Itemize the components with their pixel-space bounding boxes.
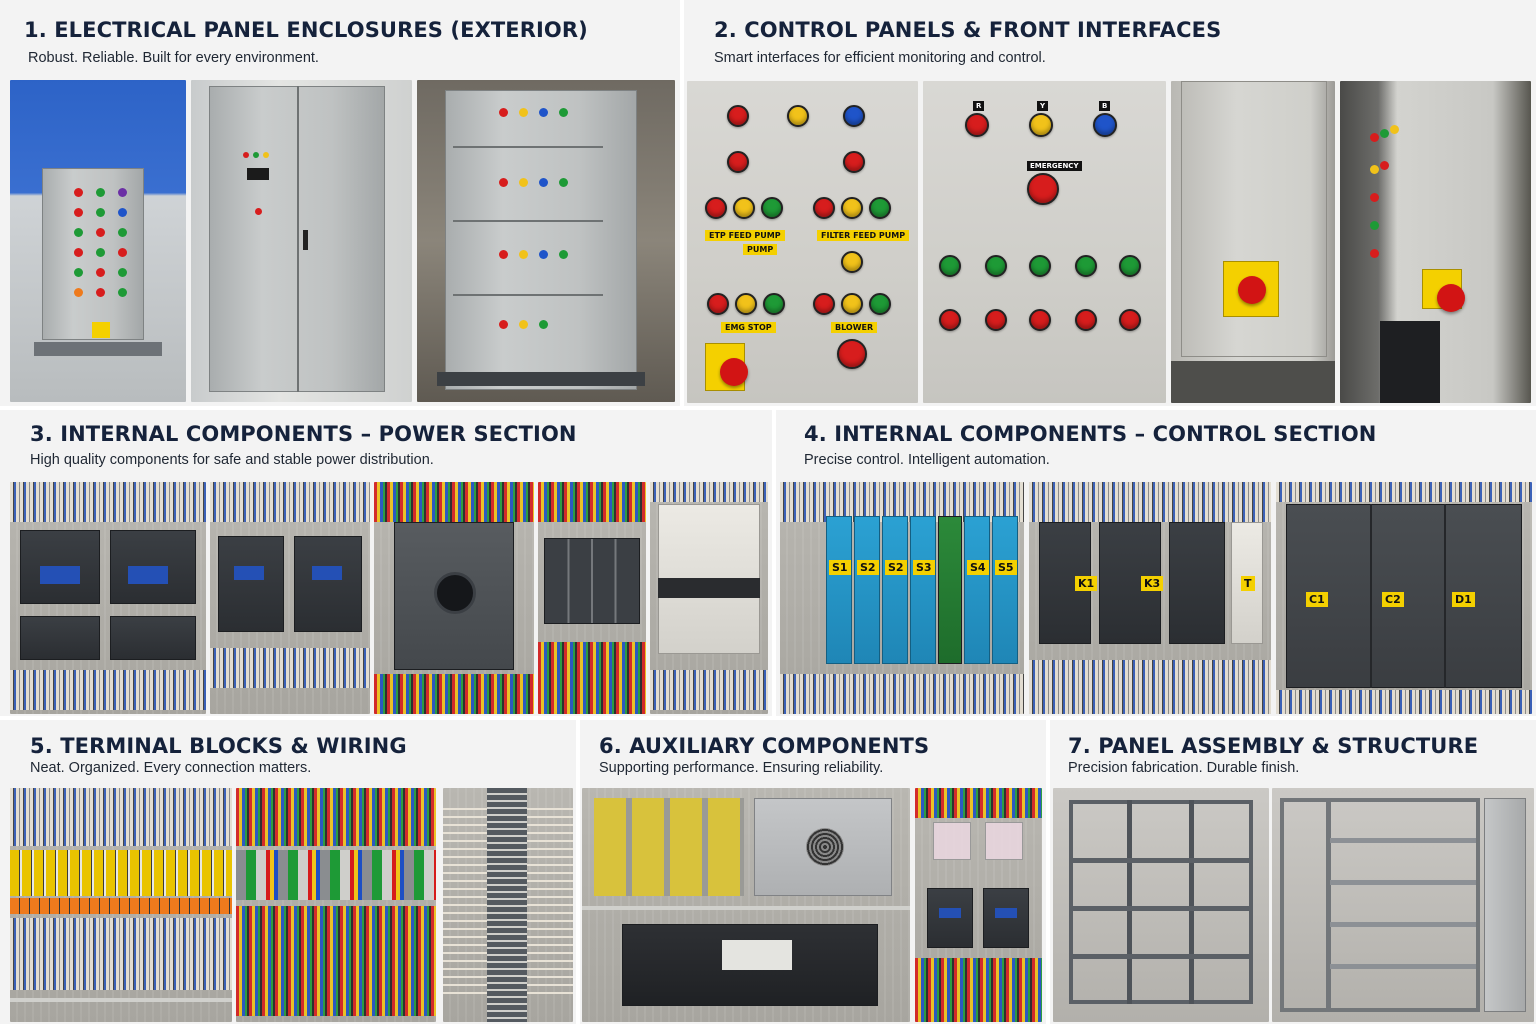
section-enclosures: 1. ELECTRICAL PANEL ENCLOSURES (EXTERIOR…	[0, 0, 680, 406]
relay-label: S5	[995, 560, 1017, 575]
enclosure-photo-double-door	[191, 80, 412, 402]
power-photo-contactors	[10, 482, 206, 714]
label-blower: BLOWER	[831, 322, 878, 333]
section-control-panels: 2. CONTROL PANELS & FRONT INTERFACES Sma…	[684, 0, 1536, 406]
section-subtitle: Neat. Organized. Every connection matter…	[30, 760, 312, 776]
section-auxiliary: 6. AUXILIARY COMPONENTS Supporting perfo…	[580, 720, 1046, 1024]
power-photo-mcb	[650, 482, 768, 714]
section-title: 6. AUXILIARY COMPONENTS	[599, 734, 930, 758]
section-assembly: 7. PANEL ASSEMBLY & STRUCTURE Precision …	[1050, 720, 1536, 1024]
assembly-photo-frame	[1053, 788, 1269, 1022]
section-title: 1. ELECTRICAL PANEL ENCLOSURES (EXTERIOR…	[24, 18, 588, 42]
relay-label: S2	[857, 560, 879, 575]
control-panel-photo-isolator	[1171, 81, 1335, 403]
control-panel-photo-pumps: ETP FEED PUMP FILTER FEED PUMP PUMP EMG …	[687, 81, 918, 403]
section-title: 7. PANEL ASSEMBLY & STRUCTURE	[1068, 734, 1479, 758]
enclosure-photo-outdoor	[10, 80, 186, 402]
section-power-section: 3. INTERNAL COMPONENTS – POWER SECTION H…	[0, 410, 772, 716]
contactor-label: K1	[1075, 576, 1098, 591]
section-subtitle: Robust. Reliable. Built for every enviro…	[28, 50, 319, 66]
section-terminal-blocks: 5. TERMINAL BLOCKS & WIRING Neat. Organi…	[0, 720, 576, 1024]
section-title: 5. TERMINAL BLOCKS & WIRING	[30, 734, 407, 758]
control-panel-photo-emergency: R Y B EMERGENCY	[923, 81, 1166, 403]
label-pump: PUMP	[743, 244, 778, 255]
power-photo-breakers	[538, 482, 646, 714]
section-subtitle: Precision fabrication. Durable finish.	[1068, 760, 1300, 776]
contactor-label: K3	[1141, 576, 1164, 591]
label-emergency: EMERGENCY	[1027, 161, 1082, 171]
isolator-switch	[705, 343, 748, 391]
auxiliary-photo-timers	[915, 788, 1042, 1022]
terminal-photo-colored	[236, 788, 436, 1022]
power-photo-mccb	[374, 482, 534, 714]
control-photo-plc: C1 C2 D1	[1276, 482, 1532, 714]
section-subtitle: Smart interfaces for efficient monitorin…	[714, 50, 1046, 66]
control-photo-relays: S1 S2 S2 S3 S4 S5	[780, 482, 1024, 714]
label-etp-feed-pump: ETP FEED PUMP	[705, 230, 785, 241]
label-filter-feed-pump: FILTER FEED PUMP	[817, 230, 910, 241]
auxiliary-photo-psu	[582, 788, 910, 1022]
plc-label: C2	[1382, 592, 1404, 607]
control-photo-contactors: K1 K3 T	[1029, 482, 1271, 714]
section-control-section: 4. INTERNAL COMPONENTS – CONTROL SECTION…	[776, 410, 1536, 716]
section-subtitle: High quality components for safe and sta…	[30, 452, 434, 468]
plc-label: C1	[1306, 592, 1328, 607]
enclosure-photo-mcc	[417, 80, 675, 402]
relay-label: S4	[967, 560, 989, 575]
terminal-photo-vertical	[443, 788, 573, 1022]
label-emg-stop: EMG STOP	[721, 322, 776, 333]
section-title: 3. INTERNAL COMPONENTS – POWER SECTION	[30, 422, 577, 446]
label-b: B	[1099, 101, 1111, 111]
section-subtitle: Supporting performance. Ensuring reliabi…	[599, 760, 884, 776]
relay-label: S1	[829, 560, 851, 575]
relay-label: S3	[913, 560, 935, 575]
label-r: R	[973, 101, 985, 111]
label-y: Y	[1037, 101, 1049, 111]
control-panel-photo-side	[1340, 81, 1531, 403]
power-photo-contactors-2	[210, 482, 370, 714]
section-subtitle: Precise control. Intelligent automation.	[804, 452, 1050, 468]
plc-label: D1	[1452, 592, 1475, 607]
terminal-photo-yellow	[10, 788, 232, 1022]
relay-label: S2	[885, 560, 907, 575]
contactor-label: T	[1241, 576, 1255, 591]
assembly-photo-cabinet	[1272, 788, 1534, 1022]
section-title: 4. INTERNAL COMPONENTS – CONTROL SECTION	[804, 422, 1377, 446]
section-title: 2. CONTROL PANELS & FRONT INTERFACES	[714, 18, 1222, 42]
